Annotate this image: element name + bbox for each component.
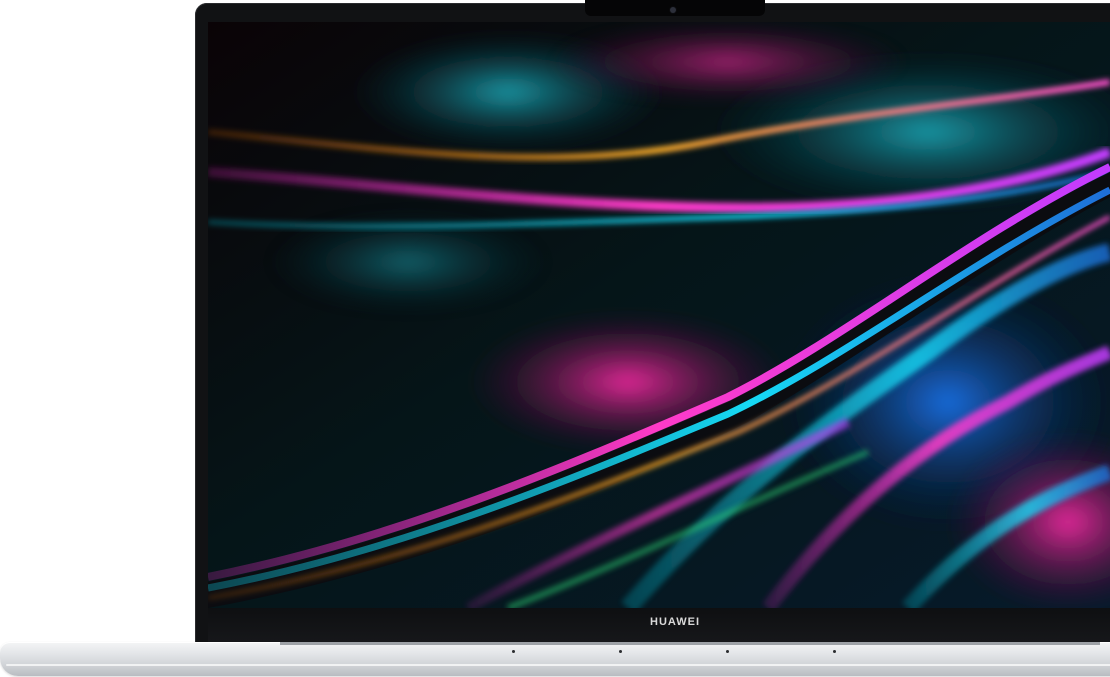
wallpaper bbox=[208, 22, 1110, 608]
base-highlight bbox=[6, 664, 1110, 666]
speaker-dot-icon bbox=[833, 650, 836, 653]
hinge bbox=[280, 642, 1100, 645]
speaker-dot-icon bbox=[512, 650, 515, 653]
laptop-base bbox=[0, 642, 1110, 676]
brand-logo: HUAWEI bbox=[650, 616, 700, 628]
speaker-dot-icon bbox=[726, 650, 729, 653]
laptop-product-image: HUAWEI bbox=[0, 0, 1110, 677]
speaker-dot-icon bbox=[619, 650, 622, 653]
laptop-screen bbox=[208, 22, 1110, 608]
camera-icon bbox=[670, 7, 676, 13]
